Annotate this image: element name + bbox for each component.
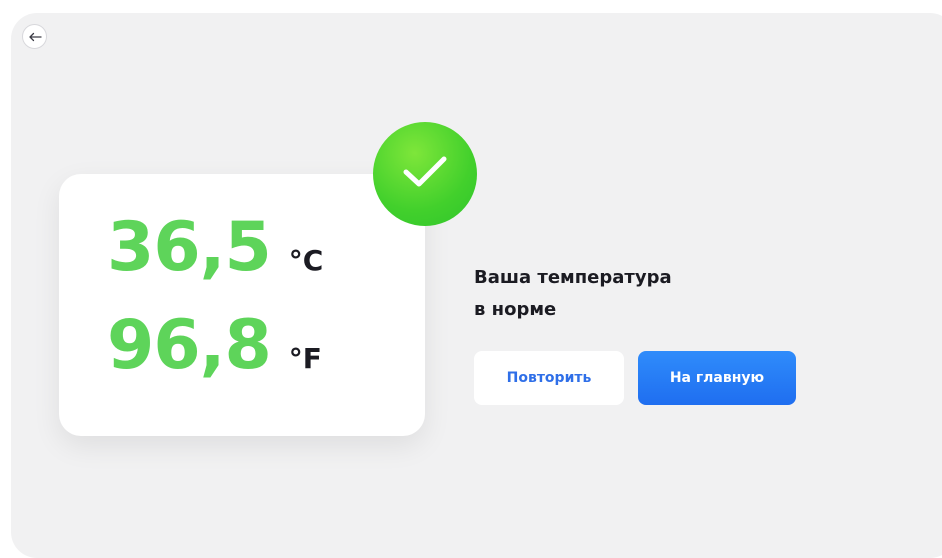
celsius-value: 36,5: [107, 208, 272, 287]
status-message-line-1: Ваша температура: [474, 267, 672, 288]
retry-button[interactable]: Повторить: [474, 351, 624, 405]
checkmark-icon: [401, 154, 449, 195]
fahrenheit-value: 96,8: [107, 306, 272, 385]
back-button[interactable]: [22, 24, 47, 49]
celsius-reading: 36,5 °C: [107, 214, 323, 282]
arrow-left-icon: [28, 32, 42, 42]
home-button[interactable]: На главную: [638, 351, 796, 405]
fahrenheit-unit: °F: [288, 342, 322, 375]
temperature-card: 36,5 °C 96,8 °F: [59, 174, 425, 436]
success-badge: [373, 122, 477, 226]
celsius-unit: °C: [288, 244, 324, 277]
status-message: Ваша температура в норме: [474, 262, 672, 326]
status-message-line-2: в норме: [474, 299, 557, 320]
fahrenheit-reading: 96,8 °F: [107, 312, 322, 380]
